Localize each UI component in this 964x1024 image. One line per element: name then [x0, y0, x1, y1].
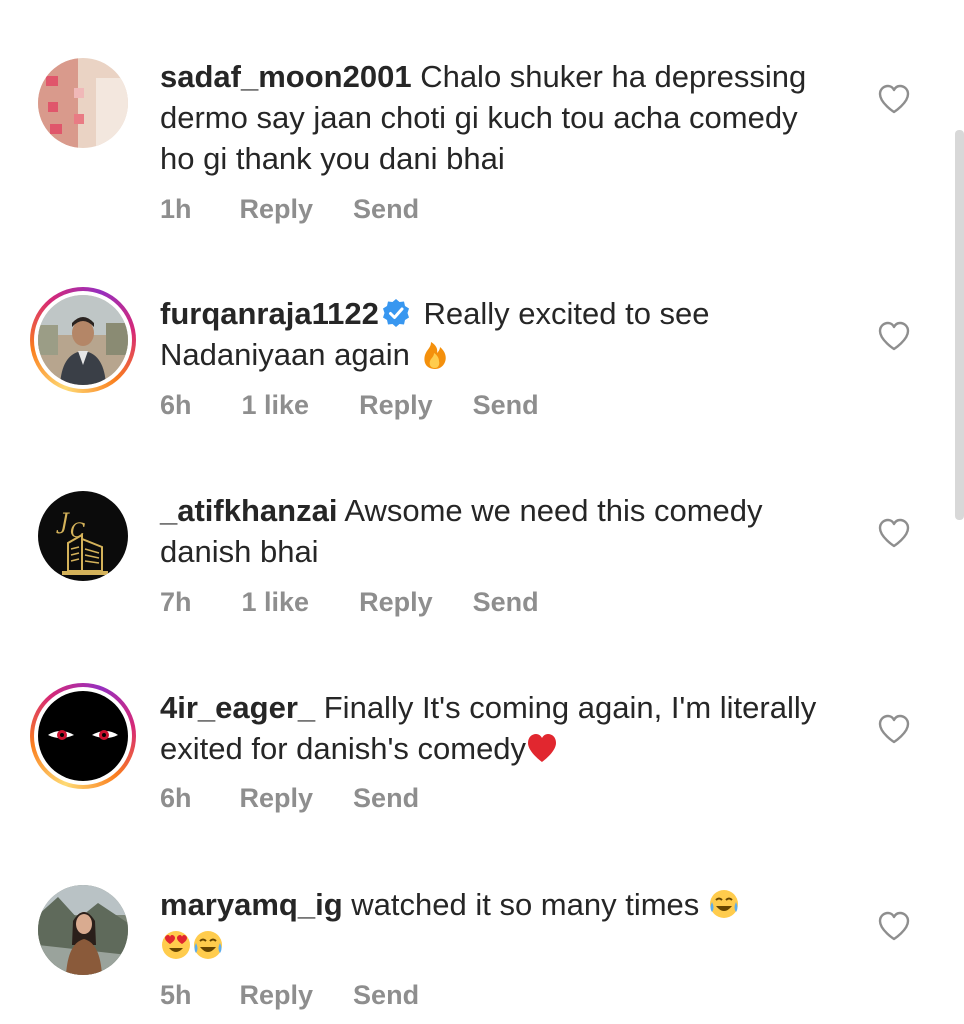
comment-meta: 6h 1 like Reply Send: [160, 390, 539, 421]
avatar[interactable]: [30, 287, 136, 393]
likes-count[interactable]: 1 like: [242, 587, 310, 618]
reply-button[interactable]: Reply: [359, 587, 433, 618]
comment-text: maryamq_ig watched it so many times: [160, 884, 840, 966]
reply-button[interactable]: Reply: [359, 390, 433, 421]
send-button[interactable]: Send: [353, 194, 419, 225]
send-button[interactable]: Send: [473, 587, 539, 618]
man-portrait-avatar: [38, 295, 128, 385]
heart-outline-icon[interactable]: [878, 84, 910, 114]
comment-meta: 1h Reply Send: [160, 194, 419, 225]
comment-body: watched it so many times: [351, 887, 700, 922]
tears-of-joy-emoji-icon: [194, 931, 222, 959]
tears-of-joy-emoji-icon: [709, 890, 738, 918]
pink-wall-avatar: [38, 58, 128, 148]
avatar[interactable]: [38, 885, 128, 975]
likes-count[interactable]: 1 like: [242, 390, 310, 421]
timestamp: 6h: [160, 390, 192, 420]
timestamp: 1h: [160, 194, 192, 224]
heart-eyes-emoji-icon: [162, 931, 190, 959]
avatar[interactable]: J C: [38, 491, 128, 581]
avatar[interactable]: [30, 683, 136, 789]
heart-outline-icon[interactable]: [878, 321, 910, 351]
reply-button[interactable]: Reply: [240, 783, 314, 814]
send-button[interactable]: Send: [473, 390, 539, 421]
heart-outline-icon[interactable]: [878, 911, 910, 941]
username[interactable]: sadaf_moon2001: [160, 59, 412, 94]
comment-text: 4ir_eager_ Finally It's coming again, I'…: [160, 687, 840, 769]
timestamp: 6h: [160, 783, 192, 813]
heart-outline-icon[interactable]: [878, 714, 910, 744]
comment-text: _atifkhanzai Awsome we need this comedy …: [160, 490, 840, 572]
gold-logo-avatar: J C: [38, 491, 128, 581]
comment-meta: 6h Reply Send: [160, 783, 419, 814]
username[interactable]: furqanraja1122: [160, 296, 379, 331]
scrollbar[interactable]: [955, 130, 964, 520]
fire-emoji-icon: [423, 342, 446, 369]
heart-outline-icon[interactable]: [878, 518, 910, 548]
reply-button[interactable]: Reply: [240, 194, 314, 225]
woman-portrait-avatar: [38, 885, 128, 975]
send-button[interactable]: Send: [353, 783, 419, 814]
timestamp: 5h: [160, 980, 192, 1010]
send-button[interactable]: Send: [353, 980, 419, 1011]
reply-button[interactable]: Reply: [240, 980, 314, 1011]
username[interactable]: _atifkhanzai: [160, 493, 337, 528]
comment-text: sadaf_moon2001 Chalo shuker ha depressin…: [160, 56, 840, 179]
username[interactable]: maryamq_ig: [160, 887, 343, 922]
timestamp: 7h: [160, 587, 192, 617]
red-heart-emoji-icon: [528, 734, 557, 762]
username[interactable]: 4ir_eager_: [160, 690, 315, 725]
comment-meta: 5h Reply Send: [160, 980, 419, 1011]
avatar[interactable]: [38, 58, 128, 148]
red-eyes-avatar: [38, 691, 128, 781]
verified-badge-icon: [382, 299, 409, 327]
comment-meta: 7h 1 like Reply Send: [160, 587, 539, 618]
comment-text: furqanraja1122 Really excited to see Nad…: [160, 293, 840, 375]
